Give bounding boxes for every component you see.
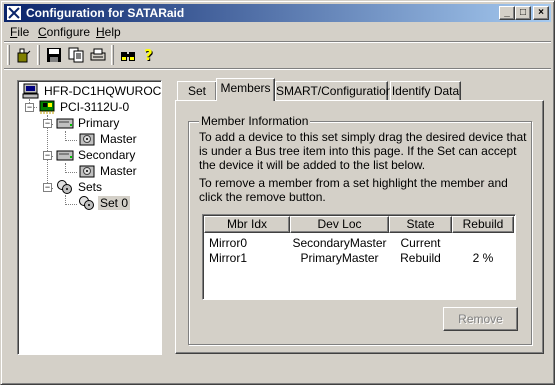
column-header-mbr-idx[interactable]: Mbr Idx xyxy=(204,216,290,233)
tree-node-controller[interactable]: PCI-3112U-0 xyxy=(38,99,161,115)
tree-connector xyxy=(65,172,77,173)
cell-rebuild: 2 % xyxy=(472,251,494,265)
remove-instructions: To remove a member from a set highlight … xyxy=(199,176,508,204)
svg-text:?: ? xyxy=(144,47,153,63)
menu-configure[interactable]: Configure xyxy=(38,25,90,39)
save-button[interactable] xyxy=(44,45,64,65)
menu-help[interactable]: Help xyxy=(96,25,121,39)
tree-node-primary-master[interactable]: Master xyxy=(78,131,161,147)
help-button[interactable]: ?? xyxy=(140,45,160,65)
tree-label: Sets xyxy=(78,180,103,194)
cell-mbr-idx: Mirror1 xyxy=(209,251,247,265)
column-header-dev-loc[interactable]: Dev Loc xyxy=(290,216,389,233)
drive-bay-icon xyxy=(56,150,74,161)
open-button[interactable] xyxy=(14,45,34,65)
toolbar-grip[interactable] xyxy=(7,45,10,65)
cell-dev-loc: PrimaryMaster xyxy=(300,251,379,265)
device-tree[interactable]: − − − − HFR-DC1HQWUROCT PCI-3112U-0 Prim… xyxy=(17,80,162,355)
cell-dev-loc: SecondaryMaster xyxy=(292,236,387,250)
disk-drive-icon xyxy=(79,165,95,178)
menu-file[interactable]: File xyxy=(10,25,29,39)
member-information-group: Member Information To add a device to th… xyxy=(188,114,532,345)
toolbar-divider xyxy=(37,45,40,65)
tree-node-secondary[interactable]: Secondary xyxy=(56,147,161,163)
remove-button[interactable]: Remove xyxy=(443,307,518,331)
members-panel: Member Information To add a device to th… xyxy=(175,100,544,354)
close-button[interactable]: × xyxy=(533,6,549,20)
print-icon xyxy=(90,48,106,61)
tree-label: Master xyxy=(100,132,137,146)
open-icon xyxy=(17,48,31,63)
tree-node-secondary-master[interactable]: Master xyxy=(78,163,161,179)
expander-controller[interactable]: − xyxy=(25,103,34,112)
cell-mbr-idx: Mirror0 xyxy=(209,236,247,250)
toolbar-divider xyxy=(111,45,114,65)
tab-smart-configuration[interactable]: SMART/Configuration xyxy=(275,81,393,101)
toolbar: ?? xyxy=(4,43,551,67)
cell-state: Rebuild xyxy=(400,251,441,265)
copy-button[interactable] xyxy=(66,45,86,65)
tree-connector xyxy=(65,204,77,205)
help-icon: ?? xyxy=(144,47,154,63)
copy-icon xyxy=(68,47,84,63)
maximize-button[interactable]: □ xyxy=(515,6,531,20)
expander-primary[interactable]: − xyxy=(43,119,52,128)
column-header-rebuild[interactable]: Rebuild xyxy=(452,216,514,233)
tree-label: Primary xyxy=(78,116,120,130)
tree-label: Master xyxy=(100,164,137,178)
tree-label: PCI-3112U-0 xyxy=(60,100,130,114)
pci-card-icon xyxy=(39,100,55,114)
expander-sets[interactable]: − xyxy=(43,183,52,192)
minimize-button[interactable]: _ xyxy=(499,6,515,20)
window-title: Configuration for SATARaid xyxy=(26,6,185,20)
app-icon xyxy=(6,5,22,21)
toolbar-separator xyxy=(4,68,551,70)
expander-secondary[interactable]: − xyxy=(43,151,52,160)
find-icon xyxy=(121,52,135,61)
members-list[interactable]: Mbr Idx Dev Loc State Rebuild Mirror0 Se… xyxy=(202,214,516,300)
tree-label: HFR-DC1HQWUROCT xyxy=(44,84,162,98)
cell-state: Current xyxy=(400,236,441,250)
tab-set[interactable]: Set xyxy=(177,81,217,101)
column-header-state[interactable]: State xyxy=(389,216,452,233)
tree-node-computer[interactable]: HFR-DC1HQWUROCT xyxy=(22,83,162,99)
tree-node-primary[interactable]: Primary xyxy=(56,115,161,131)
tab-members[interactable]: Members xyxy=(216,78,275,101)
cell-rebuild xyxy=(452,236,514,250)
tree-node-set0[interactable]: Set 0 xyxy=(78,195,161,211)
find-button[interactable] xyxy=(118,45,138,65)
tab-identify-data[interactable]: Identify Data xyxy=(390,81,461,101)
tree-label: Secondary xyxy=(78,148,136,162)
disk-drive-icon xyxy=(79,133,95,146)
app-window: Configuration for SATARaid _ □ × File Co… xyxy=(0,0,555,385)
computer-icon xyxy=(22,83,39,99)
add-instructions: To add a device to this set simply drag … xyxy=(199,130,527,172)
drive-bay-icon xyxy=(56,118,74,129)
group-title: Member Information xyxy=(199,114,311,128)
title-bar[interactable]: Configuration for SATARaid _ □ × xyxy=(4,4,551,22)
tree-label-selected: Set 0 xyxy=(98,196,131,210)
menu-bar: File Configure Help xyxy=(4,23,551,41)
tree-connector xyxy=(65,140,77,141)
save-icon xyxy=(47,48,61,62)
raid-sets-icon xyxy=(57,180,72,194)
raid-set-icon xyxy=(79,196,94,210)
tree-node-sets[interactable]: Sets xyxy=(56,179,161,195)
print-button[interactable] xyxy=(88,45,108,65)
